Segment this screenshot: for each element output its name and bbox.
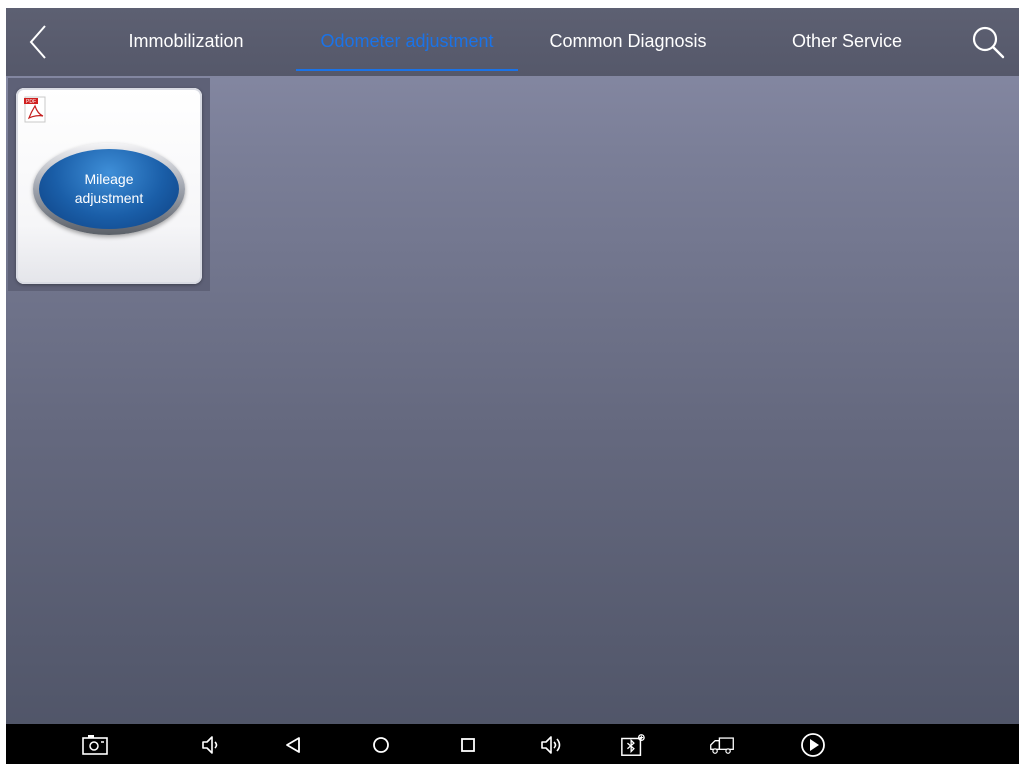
vci-connect-icon	[621, 734, 645, 756]
vehicle-button[interactable]	[709, 732, 735, 758]
recents-square-icon	[461, 738, 475, 752]
search-button[interactable]	[968, 22, 1008, 62]
label-line-2: adjustment	[74, 190, 144, 206]
volume-up-icon	[541, 736, 561, 754]
vci-connect-button[interactable]	[620, 732, 646, 758]
volume-up-button[interactable]	[539, 732, 565, 758]
tab-odometer-adjustment[interactable]: Odometer adjustment	[296, 8, 518, 74]
tab-other-service[interactable]: Other Service	[772, 8, 922, 74]
play-icon	[801, 733, 825, 757]
volume-down-button[interactable]	[198, 732, 224, 758]
volume-down-icon	[202, 736, 218, 754]
mileage-adjustment-label: Mileage adjustment	[39, 149, 179, 229]
tab-immobilization[interactable]: Immobilization	[106, 8, 266, 74]
search-icon	[972, 26, 1005, 59]
tab-common-diagnosis[interactable]: Common Diagnosis	[528, 8, 728, 74]
back-button[interactable]	[20, 22, 56, 62]
label-line-1: Mileage	[84, 171, 134, 187]
play-button[interactable]	[800, 732, 826, 758]
top-tab-bar: Immobilization Odometer adjustment Commo…	[6, 8, 1019, 76]
mileage-adjustment-card[interactable]: PDF Mileage adjustment	[16, 88, 202, 284]
pdf-icon: PDF	[24, 96, 46, 123]
screenshot-icon	[82, 735, 108, 755]
nav-home-button[interactable]	[368, 732, 394, 758]
screenshot-button[interactable]	[82, 732, 108, 758]
function-grid: PDF Mileage adjustment	[8, 78, 210, 291]
pdf-badge-text: PDF	[26, 99, 36, 105]
vehicle-icon	[710, 737, 734, 754]
home-circle-icon	[373, 737, 389, 753]
active-tab-indicator	[296, 69, 518, 71]
app-screen: Immobilization Odometer adjustment Commo…	[6, 8, 1019, 764]
nav-recents-button[interactable]	[455, 732, 481, 758]
mileage-adjustment-button: Mileage adjustment	[33, 143, 185, 235]
nav-back-button[interactable]	[280, 732, 306, 758]
system-nav-bar	[6, 724, 1019, 764]
back-triangle-icon	[286, 737, 300, 753]
chevron-left-icon	[29, 25, 46, 59]
